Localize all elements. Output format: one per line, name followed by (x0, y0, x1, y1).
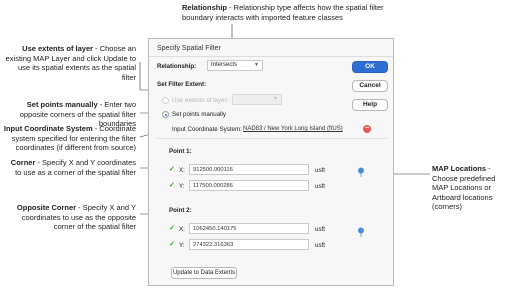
point1-y-unit: usft (315, 183, 325, 190)
point2-x-unit: usft (315, 226, 325, 233)
chevron-down-icon: ▼ (273, 96, 278, 102)
point2-y-unit: usft (315, 242, 325, 249)
annotation-opposite-corner: Opposite Corner - Specify X and Y coordi… (16, 203, 136, 231)
update-to-data-extents-button[interactable]: Update to Data Extents (171, 267, 237, 279)
checkmark-icon: ✓ (169, 166, 175, 173)
specify-spatial-filter-dialog: Specify Spatial Filter Relationship: Int… (148, 38, 394, 286)
title-divider (149, 56, 393, 57)
point1-x-label: X: (179, 167, 185, 174)
ok-button[interactable]: OK (352, 61, 388, 73)
point2-y-label: Y: (179, 242, 185, 249)
point2-label: Point 2: (169, 207, 192, 214)
checkmark-icon: ✓ (169, 182, 175, 189)
set-points-radio[interactable] (162, 111, 169, 118)
point1-y-label: Y: (179, 183, 185, 190)
annotation-relationship: Relationship - Relationship type affects… (182, 3, 384, 22)
point2-y-input[interactable]: 274322.316363 (189, 239, 309, 250)
checkmark-icon: ✓ (169, 225, 175, 232)
checkmark-icon: ✓ (169, 241, 175, 248)
set-points-label: Set points manually (172, 111, 226, 118)
point1-x-input[interactable]: 912500.000116 (189, 164, 309, 175)
point1-y-input[interactable]: 117500.000286 (189, 180, 309, 191)
use-extents-label: Use extents of layer: (172, 97, 229, 104)
point2-x-input[interactable]: 1062450.140175 (189, 223, 309, 234)
relationship-select[interactable]: Intersects ▼ (207, 60, 263, 71)
input-cs-label: Input Coordinate System: (172, 126, 242, 133)
cancel-button[interactable]: Cancel (352, 80, 388, 92)
use-extents-radio[interactable] (162, 97, 169, 104)
relationship-value: Intersects (211, 62, 238, 68)
section-divider (157, 138, 387, 139)
point1-x-unit: usft (315, 167, 325, 174)
map-pin-icon[interactable] (357, 227, 365, 237)
minus-circle-icon[interactable]: − (363, 125, 371, 133)
relationship-label: Relationship: (157, 63, 197, 70)
set-filter-extent-label: Set Filter Extent: (157, 81, 207, 88)
annotation-use-extents: Use extents of layer - Choose an existin… (5, 44, 136, 82)
dialog-title: Specify Spatial Filter (157, 45, 221, 52)
annotation-input-cs: Input Coordinate System - Coordinate sys… (3, 124, 136, 152)
help-button[interactable]: Help (352, 99, 388, 111)
chevron-down-icon: ▼ (254, 62, 259, 68)
point1-label: Point 1: (169, 148, 192, 155)
map-pin-icon[interactable] (357, 167, 365, 177)
point2-x-label: X: (179, 226, 185, 233)
input-cs-link[interactable]: NAD83 / New York Long Island (ftUS) (243, 126, 343, 132)
annotation-corner: Corner - Specify X and Y coordinates to … (10, 158, 136, 177)
annotation-map-locations: MAP Locations - Choose predefined MAP Lo… (432, 164, 496, 211)
use-extents-layer-select[interactable]: ▼ (232, 94, 282, 105)
